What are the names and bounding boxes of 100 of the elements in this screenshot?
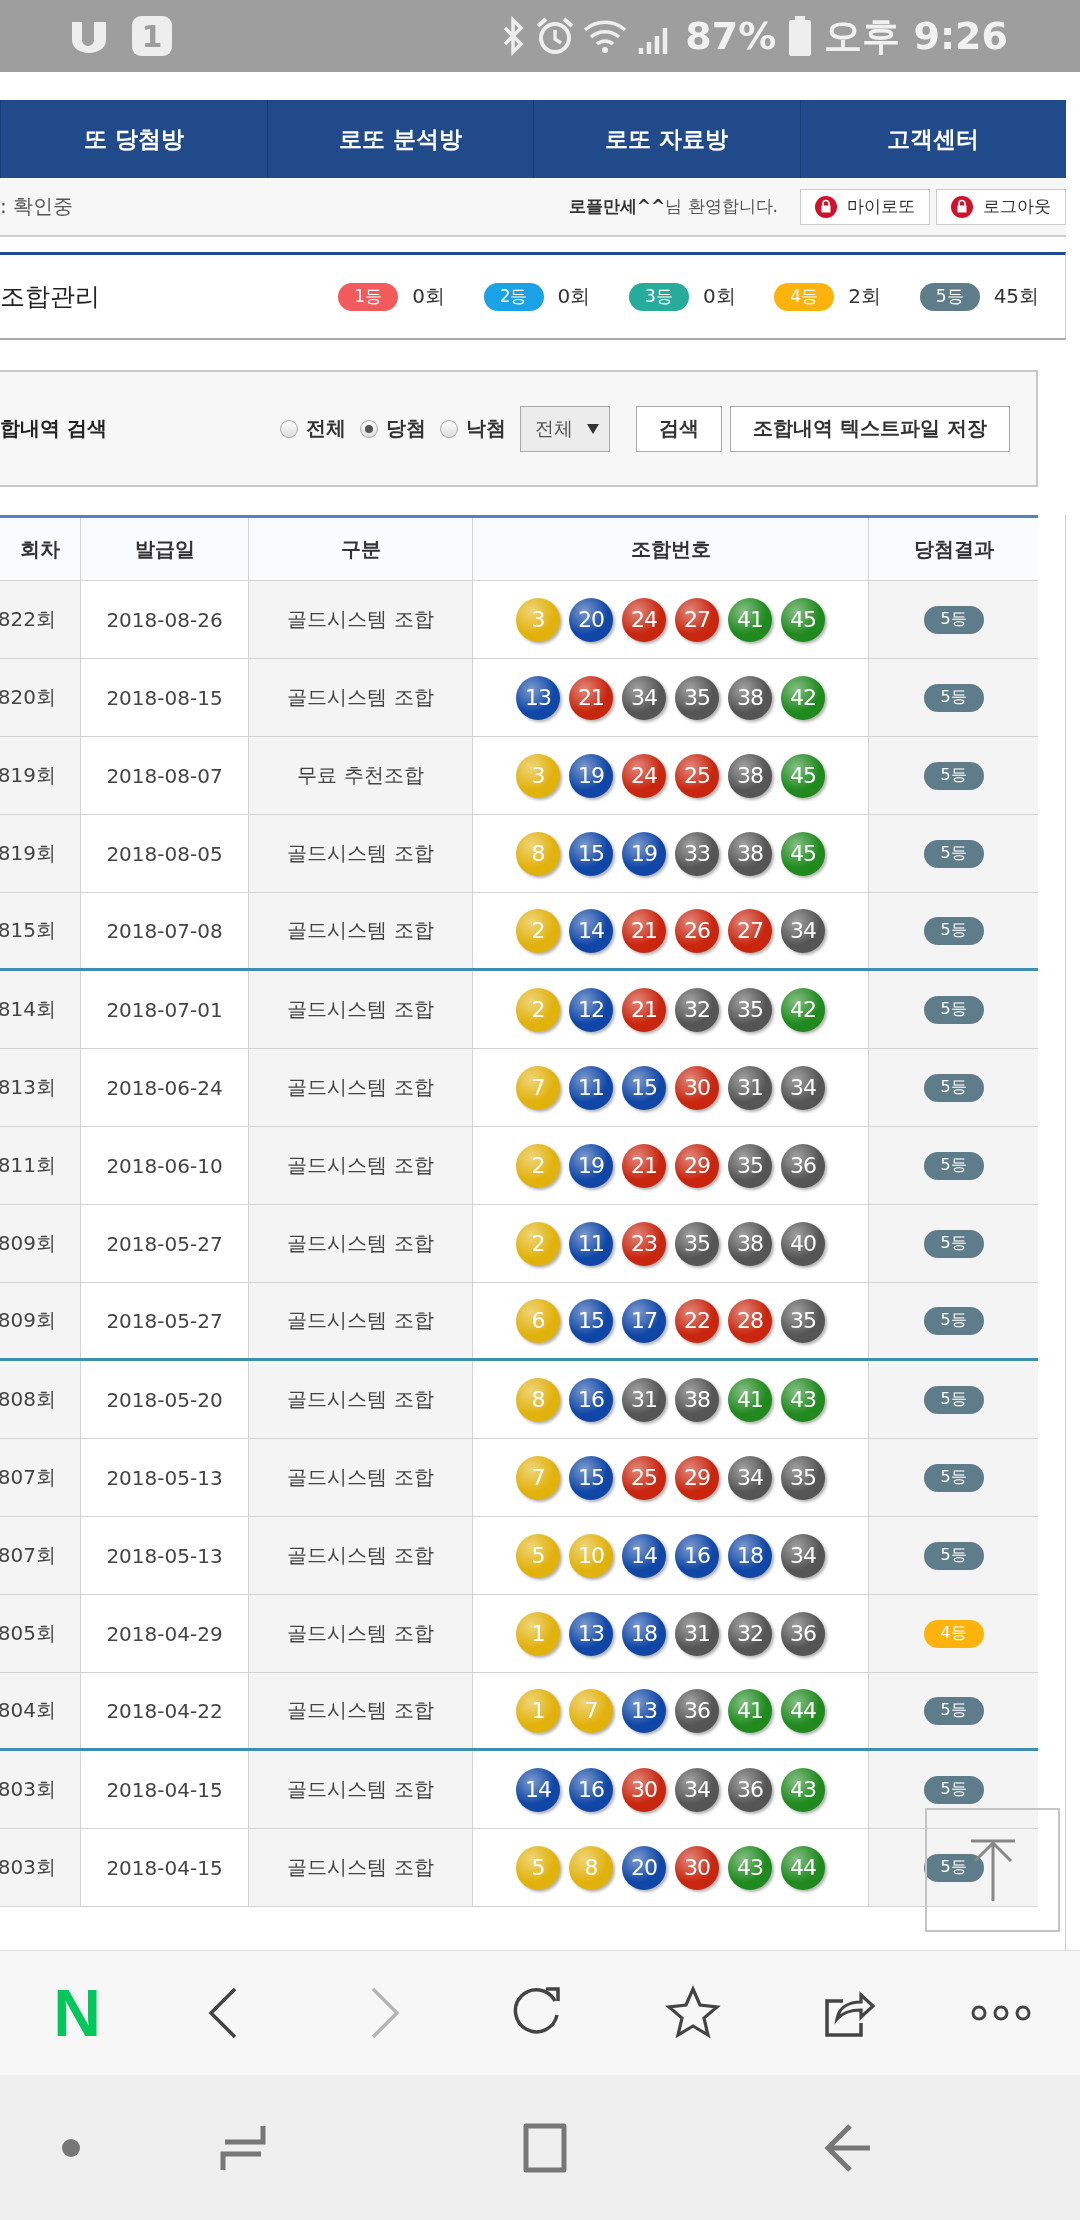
table-cell: 골드시스템 조합 — [249, 1127, 473, 1204]
table-cell: 804회 — [0, 1673, 81, 1748]
lotto-ball: 35 — [728, 987, 772, 1032]
filter-dropdown[interactable]: 전체 — [520, 405, 611, 452]
lotto-ball: 43 — [781, 1377, 825, 1422]
search-label: 합내역 검색 — [0, 415, 107, 442]
table-cell: 819회 — [0, 737, 81, 814]
scroll-to-top-button[interactable] — [925, 1808, 1060, 1932]
lotto-ball: 3 — [516, 753, 560, 798]
lotto-ball: 7 — [569, 1688, 613, 1733]
lotto-ball: 25 — [675, 753, 719, 798]
lotto-ball: 21 — [622, 908, 666, 953]
welcome-text: 로플만세^^님 환영합니다. — [568, 195, 778, 218]
logout-button[interactable]: 로그아웃 — [936, 188, 1066, 225]
search-button[interactable]: 검색 — [636, 405, 723, 452]
lotto-ball: 18 — [728, 1533, 772, 1578]
lotto-ball: 35 — [781, 1298, 825, 1343]
lotto-ball: 38 — [675, 1377, 719, 1422]
table-cell: 골드시스템 조합 — [249, 581, 473, 658]
table-cell: 무료 추천조합 — [249, 737, 473, 814]
radio-button[interactable] — [440, 419, 459, 438]
lotto-ball: 44 — [781, 1688, 825, 1733]
table-cell: 815회 — [0, 893, 81, 968]
lotto-ball: 38 — [728, 831, 772, 876]
lotto-ball: 27 — [728, 908, 772, 953]
rank-count: 0회 — [702, 283, 736, 310]
lotto-ball: 38 — [728, 675, 772, 720]
table-cell: 골드시스템 조합 — [249, 659, 473, 736]
radio-button[interactable] — [360, 419, 379, 438]
lotto-ball: 22 — [675, 1298, 719, 1343]
result-badge: 5등 — [923, 1306, 984, 1335]
lotto-ball: 26 — [675, 908, 719, 953]
lotto-ball: 34 — [622, 675, 666, 720]
section-title: 조합관리 — [0, 281, 101, 313]
lotto-ball: 35 — [728, 1143, 772, 1188]
lotto-ball: 40 — [781, 1221, 825, 1266]
notification-badge: 1 — [132, 16, 172, 56]
result-badge: 5등 — [923, 1696, 984, 1725]
lotto-ball: 14 — [516, 1767, 560, 1812]
table-cell: 822회 — [0, 581, 81, 658]
result-badge: 5등 — [923, 1385, 984, 1414]
my-lotto-button[interactable]: 마이로또 — [800, 188, 930, 225]
lock-icon — [951, 195, 973, 218]
table-cell: 골드시스템 조합 — [249, 893, 473, 968]
lotto-ball: 35 — [675, 675, 719, 720]
lotto-ball: 43 — [781, 1767, 825, 1812]
lotto-ball: 19 — [569, 753, 613, 798]
lotto-ball: 30 — [675, 1065, 719, 1110]
lotto-ball: 34 — [781, 1065, 825, 1110]
lotto-ball: 18 — [622, 1611, 666, 1656]
radio-button[interactable] — [280, 419, 299, 438]
radio-option[interactable]: 전체 — [280, 415, 347, 442]
lotto-ball: 45 — [781, 831, 825, 876]
lotto-ball: 38 — [728, 1221, 772, 1266]
lotto-ball: 36 — [781, 1143, 825, 1188]
lotto-ball: 5 — [516, 1533, 560, 1578]
lotto-ball: 13 — [622, 1688, 666, 1733]
alarm-icon — [535, 16, 576, 56]
lotto-ball: 31 — [675, 1611, 719, 1656]
lotto-ball: 21 — [622, 1143, 666, 1188]
rank-badge: 4등 — [774, 282, 835, 311]
lotto-ball: 10 — [569, 1533, 613, 1578]
lotto-ball: 8 — [516, 1377, 560, 1422]
lotto-ball: 35 — [675, 1221, 719, 1266]
rank-count: 45회 — [993, 283, 1040, 310]
table-cell: 809회 — [0, 1205, 81, 1282]
rank-count: 2회 — [848, 283, 881, 310]
result-badge: 5등 — [923, 839, 984, 868]
lotto-ball: 11 — [569, 1221, 613, 1266]
lotto-ball: 23 — [622, 1221, 666, 1266]
result-badge: 5등 — [923, 916, 984, 945]
table-cell: 골드시스템 조합 — [249, 815, 473, 892]
clock-time: 오후 9:26 — [824, 12, 1008, 60]
rank-badge: 2등 — [483, 282, 544, 311]
result-badge: 5등 — [923, 1229, 984, 1258]
table-cell: 803회 — [0, 1751, 81, 1828]
table-cell: 골드시스템 조합 — [249, 1517, 473, 1594]
lotto-ball: 42 — [781, 675, 825, 720]
radio-option[interactable]: 낙첨 — [440, 415, 507, 442]
table-cell: 골드시스템 조합 — [249, 1049, 473, 1126]
lotto-ball: 11 — [569, 1065, 613, 1110]
table-cell: 805회 — [0, 1595, 81, 1672]
radio-option[interactable]: 당첨 — [360, 415, 427, 442]
table-cell: 807회 — [0, 1439, 81, 1516]
result-badge: 5등 — [923, 1463, 984, 1492]
lotto-ball: 8 — [569, 1845, 613, 1890]
lotto-ball: 14 — [622, 1533, 666, 1578]
lotto-ball: 30 — [622, 1767, 666, 1812]
lotto-ball: 15 — [622, 1065, 666, 1110]
lotto-ball: 31 — [728, 1065, 772, 1110]
table-cell: 골드시스템 조합 — [249, 1205, 473, 1282]
save-text-file-button[interactable]: 조합내역 텍스트파일 저장 — [730, 405, 1010, 452]
table-cell: 골드시스템 조합 — [249, 971, 473, 1048]
lotto-ball: 12 — [569, 987, 613, 1032]
result-badge: 5등 — [923, 1541, 984, 1570]
rank-count: 0회 — [557, 283, 591, 310]
lotto-ball: 5 — [516, 1845, 560, 1890]
rank-count: 0회 — [412, 283, 445, 310]
lotto-ball: 15 — [569, 831, 613, 876]
result-badge: 5등 — [923, 995, 984, 1024]
